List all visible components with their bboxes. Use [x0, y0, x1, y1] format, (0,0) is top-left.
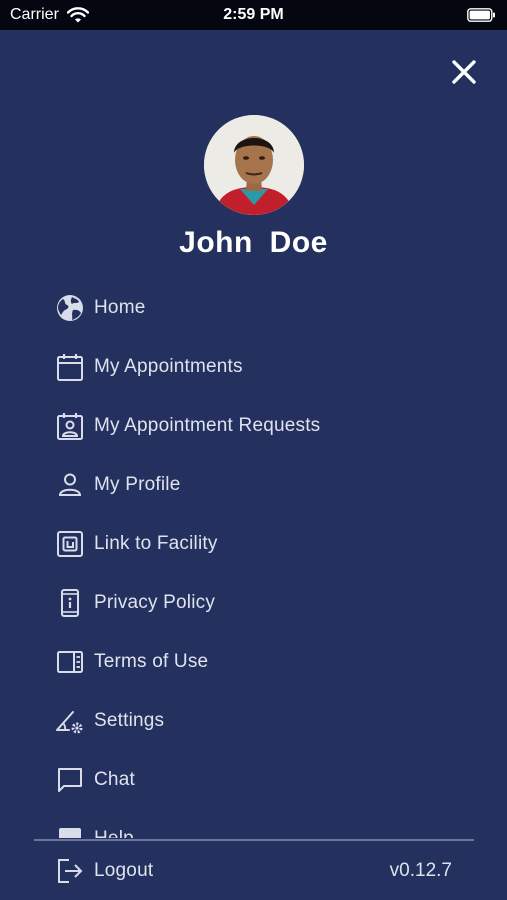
menu-item-link-to-facility[interactable]: Link to Facility [54, 522, 484, 566]
menu-item-label: Privacy Policy [94, 592, 216, 613]
menu-item-help[interactable]: Help [54, 817, 484, 838]
person-icon [54, 469, 86, 501]
menu-item-label: My Appointment Requests [94, 415, 321, 436]
divider [34, 839, 474, 841]
app-version: v0.12.7 [389, 860, 452, 881]
menu-item-my-profile[interactable]: My Profile [54, 463, 484, 507]
status-time: 2:59 PM [223, 6, 284, 23]
menu-item-label: My Appointments [94, 356, 243, 377]
globe-icon [54, 292, 86, 324]
link-facility-icon [54, 528, 86, 560]
logout-button[interactable]: Logout [54, 849, 153, 893]
menu-item-label: My Profile [94, 474, 181, 495]
calendar-icon [54, 351, 86, 383]
menu-item-label: Home [94, 297, 146, 318]
menu-item-label: Settings [94, 710, 165, 731]
menu-item-settings[interactable]: Settings [54, 699, 484, 743]
help-icon [54, 823, 86, 838]
privacy-phone-icon [54, 587, 86, 619]
settings-gear-icon [54, 705, 86, 737]
menu-item-privacy-policy[interactable]: Privacy Policy [54, 581, 484, 625]
menu-item-my-appointment-requests[interactable]: My Appointment Requests [54, 404, 484, 448]
menu-item-chat[interactable]: Chat [54, 758, 484, 802]
calendar-person-icon [54, 410, 86, 442]
menu-item-my-appointments[interactable]: My Appointments [54, 345, 484, 389]
menu-item-label: Terms of Use [94, 651, 209, 672]
menu-item-label: Chat [94, 769, 135, 790]
terms-panel-icon [54, 646, 86, 678]
profile-name: John Doe [179, 226, 328, 259]
menu-item-terms-of-use[interactable]: Terms of Use [54, 640, 484, 684]
close-button[interactable] [449, 57, 479, 87]
chat-bubble-icon [54, 764, 86, 796]
close-icon [452, 60, 476, 84]
battery-icon [467, 8, 495, 22]
menu-item-label: Help [94, 828, 134, 838]
menu-item-label: Link to Facility [94, 533, 218, 554]
drawer-menu: Home My Appointments My Appointment Requ… [0, 278, 507, 838]
logout-icon [54, 855, 86, 887]
status-bar: Carrier 2:59 PM [0, 0, 507, 30]
avatar [204, 115, 304, 215]
menu-item-home[interactable]: Home [54, 286, 484, 330]
logout-label: Logout [94, 860, 154, 881]
